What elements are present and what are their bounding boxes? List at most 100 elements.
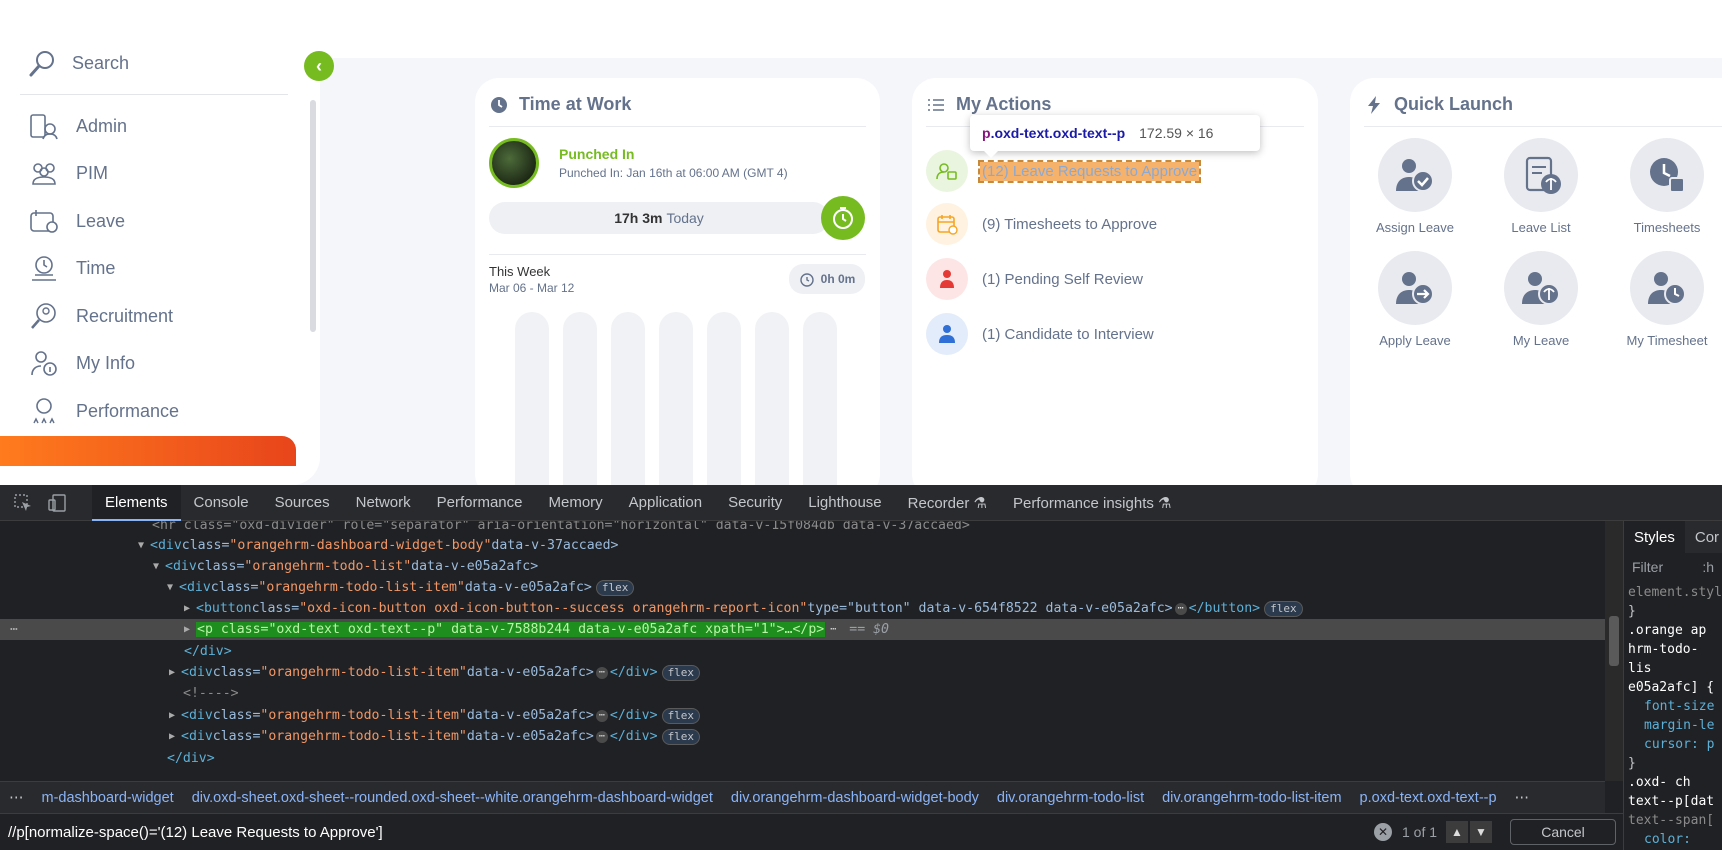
dom-line[interactable]: </div> [184,641,232,662]
breadcrumb-item[interactable]: p.oxd-text.oxd-text--p [1351,790,1506,806]
quick-launch-item[interactable]: Apply Leave [1350,251,1480,348]
dom-line[interactable]: ▶ <div class= "orangehrm-todo-list-item" d… [169,726,701,747]
dom-line[interactable]: ▼ <div class= "orangehrm-todo-list" data-v… [153,556,538,577]
chevron-down-icon[interactable]: ▼ [1470,821,1492,843]
inspect-element-icon[interactable] [12,492,34,514]
flex-badge[interactable]: flex [661,664,701,681]
tab-network[interactable]: Network [343,485,424,521]
hover-state-toggle[interactable]: :h [1702,559,1714,575]
dom-line[interactable]: ▼ <div class= "orangehrm-todo-list-item" d… [167,577,635,598]
tab-performance[interactable]: Performance [424,485,536,521]
self-review-icon[interactable] [926,258,968,300]
sidebar-active-item-bar[interactable] [0,436,296,466]
quick-launch-item[interactable]: My Timesheet [1602,251,1722,348]
leave-list-icon[interactable] [1504,138,1578,212]
breadcrumb-item[interactable]: div.oxd-sheet.oxd-sheet--rounded.oxd-she… [183,790,722,806]
quick-launch-item[interactable]: My Leave [1476,251,1606,348]
dom-line[interactable]: </div> [167,748,215,769]
dom-search-input[interactable] [8,820,1418,844]
action-label[interactable]: (1) Pending Self Review [980,270,1145,289]
selected-node[interactable]: <p class="oxd-text oxd-text--p" data-v-7… [196,622,826,637]
tab-recorder[interactable]: Recorder ⚗ [895,485,1000,521]
ellipsis-badge[interactable]: ⋯ [595,730,608,743]
sidebar-item-leave[interactable]: Leave [28,206,125,236]
sidebar-item-time[interactable]: Time [28,253,115,283]
sidebar-item-pim[interactable]: PIM [28,158,108,188]
candidate-interview-icon[interactable] [926,313,968,355]
tab-computed[interactable]: Cor [1685,521,1722,553]
timesheets-icon[interactable] [1630,138,1704,212]
scrollbar-thumb[interactable] [1609,616,1619,666]
my-leave-icon[interactable] [1504,251,1578,325]
dom-line[interactable]: ▶ <div class= "orangehrm-todo-list-item" d… [169,662,701,683]
week-bar [611,312,645,485]
action-item[interactable]: (9) Timesheets to Approve [926,203,1159,245]
chevron-up-icon[interactable]: ▲ [1446,821,1468,843]
ellipsis-badge[interactable]: ⋯ [595,709,608,722]
dom-attr: class= [251,601,300,616]
dom-line[interactable]: ▼ <div class= "orangehrm-dashboard-widget-… [138,535,618,556]
flex-badge[interactable]: flex [661,707,701,724]
dom-tree[interactable]: <hr class="oxd-divider" role="separator"… [0,521,1605,781]
breadcrumb-item[interactable]: div.orangehrm-todo-list [988,790,1153,806]
action-label[interactable]: (9) Timesheets to Approve [980,215,1159,234]
sidebar-item-performance[interactable]: Performance [28,396,179,426]
week-bar [515,312,549,485]
tab-security[interactable]: Security [715,485,795,521]
styles-filter-input[interactable]: Filter [1632,559,1663,575]
action-label[interactable]: (1) Candidate to Interview [980,325,1156,344]
flex-badge[interactable]: flex [1264,600,1303,617]
flex-badge[interactable]: flex [661,728,701,745]
assign-leave-icon[interactable] [1378,138,1452,212]
sidebar-item-recruitment[interactable]: Recruitment [28,301,173,331]
ellipsis-badge[interactable]: ⋯ [827,623,840,636]
flex-badge[interactable]: flex [595,579,635,596]
punch-clock-button[interactable] [821,196,865,240]
dom-scrollbar[interactable] [1605,521,1623,781]
quick-launch-item[interactable]: Timesheets [1602,138,1722,235]
styles-filter-row[interactable]: Filter :h [1624,553,1722,581]
ellipsis-badge[interactable]: ⋯ [1174,602,1187,615]
tab-sources[interactable]: Sources [262,485,343,521]
sidebar-scrollbar[interactable] [310,100,316,332]
cancel-button[interactable]: Cancel [1510,819,1616,845]
action-label[interactable]: (12) Leave Requests to Approve [977,159,1202,183]
sidebar-item-my-info[interactable]: My Info [28,348,135,378]
sidebar-item-admin[interactable]: Admin [28,111,127,141]
sidebar-item-label: Recruitment [76,305,174,326]
dom-line[interactable]: ▶ <div class= "orangehrm-todo-list-item" d… [169,705,701,726]
dom-line[interactable]: ▶ <button class= "oxd-icon-button oxd-icon… [184,598,1303,619]
dom-line[interactable]: <hr class="oxd-divider" role="separator"… [152,521,970,536]
device-toolbar-icon[interactable] [46,492,68,514]
tab-lighthouse[interactable]: Lighthouse [795,485,894,521]
quick-launch-item[interactable]: Leave List [1476,138,1606,235]
action-item[interactable]: (1) Candidate to Interview [926,313,1156,355]
apply-leave-icon[interactable] [1378,251,1452,325]
leave-request-icon[interactable] [926,150,968,192]
sidebar-search[interactable]: Search [28,48,129,78]
tab-styles[interactable]: Styles [1624,521,1685,553]
clear-icon[interactable]: ✕ [1374,823,1392,841]
tab-console[interactable]: Console [181,485,262,521]
timesheet-approve-icon[interactable] [926,203,968,245]
sidebar-toggle-button[interactable]: ‹ [304,51,334,81]
console-ref: == $0 [849,622,889,637]
dom-line-selected[interactable]: ⋯ ▶ <p class="oxd-text oxd-text--p" data-v… [0,619,1605,640]
breadcrumb-item[interactable]: m-dashboard-widget [33,790,183,806]
quick-launch-item[interactable]: Assign Leave [1350,138,1480,235]
action-item[interactable]: (1) Pending Self Review [926,258,1145,300]
week-bar [659,312,693,485]
dom-line[interactable]: <!----> [183,683,239,704]
my-timesheet-icon[interactable] [1630,251,1704,325]
tab-memory[interactable]: Memory [536,485,616,521]
breadcrumb-overflow-icon[interactable]: ⋯ [0,790,33,806]
tab-application[interactable]: Application [616,485,715,521]
tab-performance-insights[interactable]: Performance insights ⚗ [1000,485,1185,521]
breadcrumb-more-icon[interactable]: ⋯ [1506,790,1539,806]
ellipsis-badge[interactable]: ⋯ [595,666,608,679]
tab-elements[interactable]: Elements [92,484,181,521]
breadcrumb-item[interactable]: div.orangehrm-dashboard-widget-body [722,790,988,806]
line-menu-icon[interactable]: ⋯ [0,622,184,637]
breadcrumb-item[interactable]: div.orangehrm-todo-list-item [1153,790,1350,806]
action-item[interactable]: (12) Leave Requests to Approve [926,150,1202,192]
